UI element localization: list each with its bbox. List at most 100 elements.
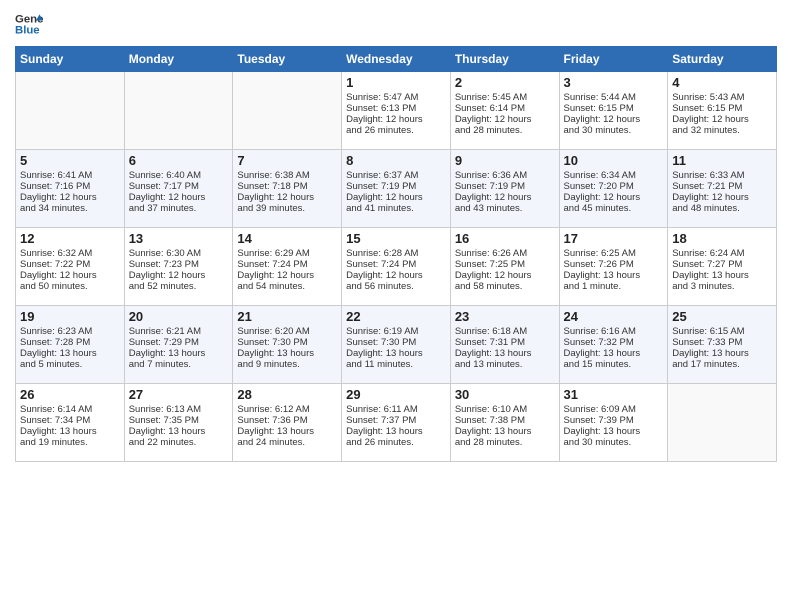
calendar-week-row: 19Sunrise: 6:23 AMSunset: 7:28 PMDayligh… bbox=[16, 306, 777, 384]
calendar-cell: 28Sunrise: 6:12 AMSunset: 7:36 PMDayligh… bbox=[233, 384, 342, 462]
day-info: Daylight: 12 hours bbox=[237, 192, 337, 203]
day-info: and 1 minute. bbox=[564, 281, 664, 292]
day-info: and 15 minutes. bbox=[564, 359, 664, 370]
day-info: Sunrise: 5:43 AM bbox=[672, 92, 772, 103]
day-number: 18 bbox=[672, 231, 772, 246]
day-info: Sunrise: 6:14 AM bbox=[20, 404, 120, 415]
day-info: Daylight: 13 hours bbox=[564, 426, 664, 437]
day-number: 25 bbox=[672, 309, 772, 324]
day-info: Sunrise: 5:47 AM bbox=[346, 92, 446, 103]
day-info: Sunset: 7:20 PM bbox=[564, 181, 664, 192]
calendar-table: SundayMondayTuesdayWednesdayThursdayFrid… bbox=[15, 46, 777, 462]
day-info: Sunrise: 6:34 AM bbox=[564, 170, 664, 181]
day-info: Sunrise: 6:33 AM bbox=[672, 170, 772, 181]
day-info: and 28 minutes. bbox=[455, 125, 555, 136]
day-info: Sunrise: 6:11 AM bbox=[346, 404, 446, 415]
day-info: Daylight: 12 hours bbox=[455, 270, 555, 281]
calendar-cell bbox=[233, 72, 342, 150]
day-info: Daylight: 12 hours bbox=[564, 192, 664, 203]
calendar-cell bbox=[16, 72, 125, 150]
header: General Blue bbox=[15, 10, 777, 38]
day-number: 19 bbox=[20, 309, 120, 324]
day-info: Daylight: 13 hours bbox=[237, 348, 337, 359]
day-info: Sunset: 7:39 PM bbox=[564, 415, 664, 426]
day-number: 9 bbox=[455, 153, 555, 168]
day-header-thursday: Thursday bbox=[450, 47, 559, 72]
day-info: Sunset: 7:24 PM bbox=[237, 259, 337, 270]
day-number: 11 bbox=[672, 153, 772, 168]
calendar-week-row: 12Sunrise: 6:32 AMSunset: 7:22 PMDayligh… bbox=[16, 228, 777, 306]
calendar-cell: 7Sunrise: 6:38 AMSunset: 7:18 PMDaylight… bbox=[233, 150, 342, 228]
day-number: 14 bbox=[237, 231, 337, 246]
day-info: Sunset: 7:26 PM bbox=[564, 259, 664, 270]
calendar-week-row: 26 Sunrise: 6:14 AMSunset: 7:34 PM Dayligh… bbox=[16, 384, 777, 462]
day-info: Sunset: 6:15 PM bbox=[564, 103, 664, 114]
day-info: and 34 minutes. bbox=[20, 203, 120, 214]
day-info: Daylight: 13 hours bbox=[455, 426, 555, 437]
calendar-cell: 29Sunrise: 6:11 AMSunset: 7:37 PMDayligh… bbox=[342, 384, 451, 462]
day-number: 2 bbox=[455, 75, 555, 90]
logo-icon: General Blue bbox=[15, 10, 43, 38]
day-info: Sunset: 7:17 PM bbox=[129, 181, 229, 192]
day-info: Sunrise: 6:40 AM bbox=[129, 170, 229, 181]
day-info: Daylight: 13 hours bbox=[564, 348, 664, 359]
calendar-cell: 16Sunrise: 6:26 AMSunset: 7:25 PMDayligh… bbox=[450, 228, 559, 306]
day-info: Sunrise: 6:24 AM bbox=[672, 248, 772, 259]
day-info: Sunrise: 6:36 AM bbox=[455, 170, 555, 181]
day-info: Sunset: 7:30 PM bbox=[346, 337, 446, 348]
day-info: Daylight: 13 hours bbox=[129, 426, 229, 437]
day-header-friday: Friday bbox=[559, 47, 668, 72]
calendar-cell: 21Sunrise: 6:20 AMSunset: 7:30 PMDayligh… bbox=[233, 306, 342, 384]
day-info: Sunrise: 6:28 AM bbox=[346, 248, 446, 259]
day-number: 16 bbox=[455, 231, 555, 246]
logo: General Blue bbox=[15, 10, 43, 38]
calendar-cell: 15Sunrise: 6:28 AMSunset: 7:24 PMDayligh… bbox=[342, 228, 451, 306]
day-info: Sunrise: 6:16 AM bbox=[564, 326, 664, 337]
day-info: Sunrise: 6:41 AM bbox=[20, 170, 120, 181]
day-info: Sunset: 7:34 PM bbox=[20, 415, 120, 426]
day-info: Daylight: 13 hours bbox=[346, 348, 446, 359]
day-info: and 17 minutes. bbox=[672, 359, 772, 370]
day-info: Sunset: 7:28 PM bbox=[20, 337, 120, 348]
day-info: Daylight: 12 hours bbox=[346, 270, 446, 281]
calendar-cell: 30Sunrise: 6:10 AMSunset: 7:38 PMDayligh… bbox=[450, 384, 559, 462]
calendar-cell: 10 Sunrise: 6:34 AMSunset: 7:20 PMDayligh… bbox=[559, 150, 668, 228]
calendar-cell: 18Sunrise: 6:24 AMSunset: 7:27 PMDayligh… bbox=[668, 228, 777, 306]
day-info: Sunrise: 6:10 AM bbox=[455, 404, 555, 415]
day-info: Sunrise: 6:15 AM bbox=[672, 326, 772, 337]
day-number: 26 bbox=[20, 387, 120, 402]
day-info: and 22 minutes. bbox=[129, 437, 229, 448]
day-info: and 3 minutes. bbox=[672, 281, 772, 292]
calendar-cell: 31Sunrise: 6:09 AMSunset: 7:39 PMDayligh… bbox=[559, 384, 668, 462]
day-info: Sunrise: 6:12 AM bbox=[237, 404, 337, 415]
day-number: 13 bbox=[129, 231, 229, 246]
day-info: Daylight: 12 hours bbox=[346, 192, 446, 203]
day-info: Daylight: 13 hours bbox=[564, 270, 664, 281]
day-info: Sunset: 6:15 PM bbox=[672, 103, 772, 114]
day-number: 10 bbox=[564, 153, 664, 168]
day-info: Daylight: 12 hours bbox=[672, 114, 772, 125]
svg-text:Blue: Blue bbox=[15, 25, 40, 37]
day-info: Sunset: 7:19 PM bbox=[455, 181, 555, 192]
day-info: Sunrise: 5:44 AM bbox=[564, 92, 664, 103]
day-info: Sunrise: 6:20 AM bbox=[237, 326, 337, 337]
day-info: Daylight: 12 hours bbox=[129, 270, 229, 281]
calendar-cell: 2Sunrise: 5:45 AMSunset: 6:14 PMDaylight… bbox=[450, 72, 559, 150]
day-info: and 9 minutes. bbox=[237, 359, 337, 370]
calendar-cell: 14Sunrise: 6:29 AMSunset: 7:24 PMDayligh… bbox=[233, 228, 342, 306]
day-info: Sunset: 7:23 PM bbox=[129, 259, 229, 270]
calendar-cell: 26Sunrise: 6:14 AMSunset: 7:34 PMDayligh… bbox=[16, 384, 125, 462]
day-info: and 30 minutes. bbox=[564, 437, 664, 448]
day-info: Sunset: 7:35 PM bbox=[129, 415, 229, 426]
day-info: and 48 minutes. bbox=[672, 203, 772, 214]
day-info: Sunset: 7:32 PM bbox=[564, 337, 664, 348]
day-info: Sunrise: 5:45 AM bbox=[455, 92, 555, 103]
day-number: 4 bbox=[672, 75, 772, 90]
day-info: and 26 minutes. bbox=[346, 437, 446, 448]
day-info: Daylight: 12 hours bbox=[237, 270, 337, 281]
day-number: 24 bbox=[564, 309, 664, 324]
calendar-cell: 6Sunrise: 6:40 AMSunset: 7:17 PMDaylight… bbox=[124, 150, 233, 228]
day-info: Sunset: 7:33 PM bbox=[672, 337, 772, 348]
day-header-saturday: Saturday bbox=[668, 47, 777, 72]
calendar-cell: 12Sunrise: 6:32 AMSunset: 7:22 PMDayligh… bbox=[16, 228, 125, 306]
